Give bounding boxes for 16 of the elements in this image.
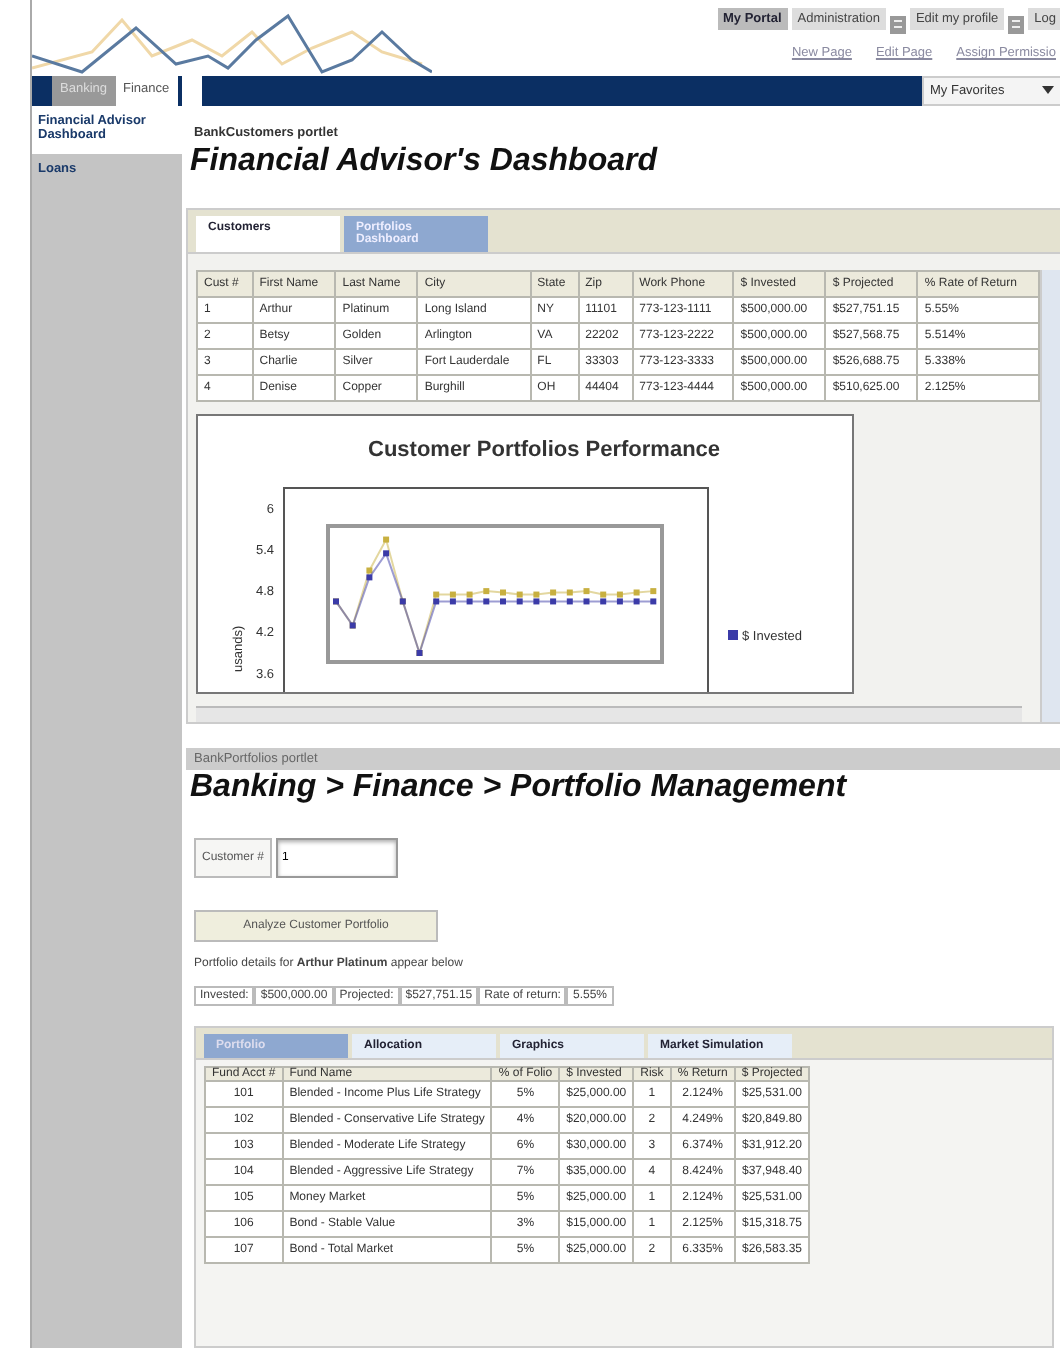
page-heading: Banking > Finance > Portfolio Management — [190, 770, 847, 804]
caret-icon — [1042, 84, 1054, 96]
page-heading: Financial Advisor's Dashboard — [190, 144, 657, 178]
vertical-scrollbar[interactable] — [1040, 270, 1060, 722]
data-point — [650, 598, 657, 605]
data-point — [650, 588, 657, 595]
chart-title: Customer Portfolios Performance — [368, 438, 721, 462]
horizontal-scrollbar[interactable] — [196, 706, 1022, 722]
data-point — [483, 598, 490, 605]
data-point — [383, 536, 390, 543]
data-point — [383, 550, 390, 557]
data-point — [483, 588, 490, 595]
data-point — [583, 588, 590, 595]
page-icon — [1008, 16, 1025, 34]
data-point — [583, 598, 590, 605]
page-icon — [889, 16, 906, 34]
